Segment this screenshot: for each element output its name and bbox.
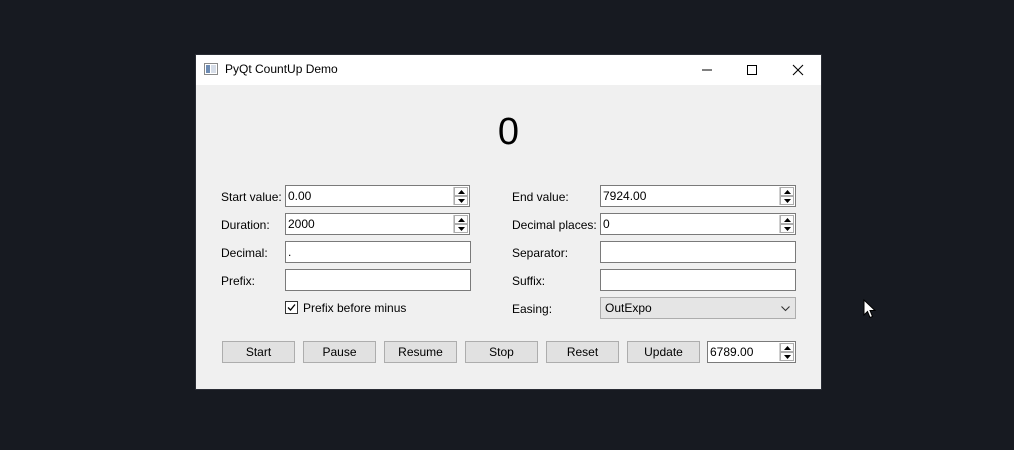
up-arrow-icon (458, 190, 465, 194)
down-arrow-icon (458, 199, 465, 203)
start-button[interactable]: Start (222, 341, 295, 363)
spin-down-button[interactable] (780, 352, 794, 361)
spin-buttons (779, 187, 794, 205)
down-arrow-icon (784, 355, 791, 359)
update-value-text: 6789.00 (710, 345, 754, 359)
spin-buttons (453, 187, 468, 205)
decimal-text: . (288, 245, 292, 259)
spin-down-button[interactable] (454, 196, 468, 205)
spin-buttons (779, 343, 794, 361)
down-arrow-icon (784, 227, 791, 231)
window-title: PyQt CountUp Demo (225, 62, 338, 76)
end-value-text: 7924.00 (603, 189, 647, 203)
title-bar[interactable]: PyQt CountUp Demo (196, 55, 821, 85)
spin-up-button[interactable] (454, 187, 468, 196)
decimal-input[interactable]: . (285, 241, 471, 263)
up-arrow-icon (784, 346, 791, 350)
easing-label: Easing: (512, 302, 553, 316)
stop-button[interactable]: Stop (465, 341, 538, 363)
spin-down-button[interactable] (780, 196, 794, 205)
decimal-places-spinbox[interactable]: 0 (600, 213, 796, 235)
decimal-places-label: Decimal places: (512, 218, 597, 232)
spin-down-button[interactable] (780, 224, 794, 233)
update-button[interactable]: Update (627, 341, 700, 363)
maximize-button[interactable] (729, 55, 775, 85)
close-button[interactable] (775, 55, 821, 85)
maximize-icon (747, 65, 757, 75)
start-value-spinbox[interactable]: 0.00 (285, 185, 470, 207)
separator-input[interactable] (600, 241, 796, 263)
duration-label: Duration: (221, 218, 270, 232)
app-window: PyQt CountUp Demo 0 Start value: 0.00 Du… (196, 55, 821, 389)
mouse-cursor-icon (863, 299, 876, 319)
spin-buttons (453, 215, 468, 233)
prefix-input[interactable] (285, 269, 471, 291)
chevron-down-icon (781, 306, 790, 312)
checkmark-icon (287, 304, 296, 311)
pause-button[interactable]: Pause (303, 341, 376, 363)
duration-text: 2000 (288, 217, 315, 231)
duration-spinbox[interactable]: 2000 (285, 213, 470, 235)
update-value-spinbox[interactable]: 6789.00 (707, 341, 796, 363)
up-arrow-icon (458, 218, 465, 222)
spin-down-button[interactable] (454, 224, 468, 233)
reset-button[interactable]: Reset (546, 341, 619, 363)
up-arrow-icon (784, 218, 791, 222)
prefix-label: Prefix: (221, 274, 256, 288)
suffix-input[interactable] (600, 269, 796, 291)
suffix-label: Suffix: (512, 274, 546, 288)
start-value-label: Start value: (221, 190, 282, 204)
start-value-text: 0.00 (288, 189, 312, 203)
separator-label: Separator: (512, 246, 569, 260)
end-value-spinbox[interactable]: 7924.00 (600, 185, 796, 207)
prefix-before-minus-checkbox[interactable] (285, 301, 298, 314)
close-icon (792, 64, 804, 76)
down-arrow-icon (458, 227, 465, 231)
up-arrow-icon (784, 190, 791, 194)
minimize-icon (702, 69, 712, 71)
easing-selected: OutExpo (605, 301, 652, 315)
end-value-label: End value: (512, 190, 569, 204)
minimize-button[interactable] (684, 55, 730, 85)
decimal-label: Decimal: (221, 246, 268, 260)
resume-button[interactable]: Resume (384, 341, 457, 363)
app-icon (204, 63, 218, 75)
easing-dropdown[interactable]: OutExpo (600, 297, 796, 319)
spin-buttons (779, 215, 794, 233)
spin-up-button[interactable] (454, 215, 468, 224)
down-arrow-icon (784, 199, 791, 203)
spin-up-button[interactable] (780, 215, 794, 224)
prefix-before-minus-label[interactable]: Prefix before minus (303, 301, 406, 315)
decimal-places-text: 0 (603, 217, 610, 231)
spin-up-button[interactable] (780, 187, 794, 196)
spin-up-button[interactable] (780, 343, 794, 352)
count-display: 0 (497, 111, 520, 153)
